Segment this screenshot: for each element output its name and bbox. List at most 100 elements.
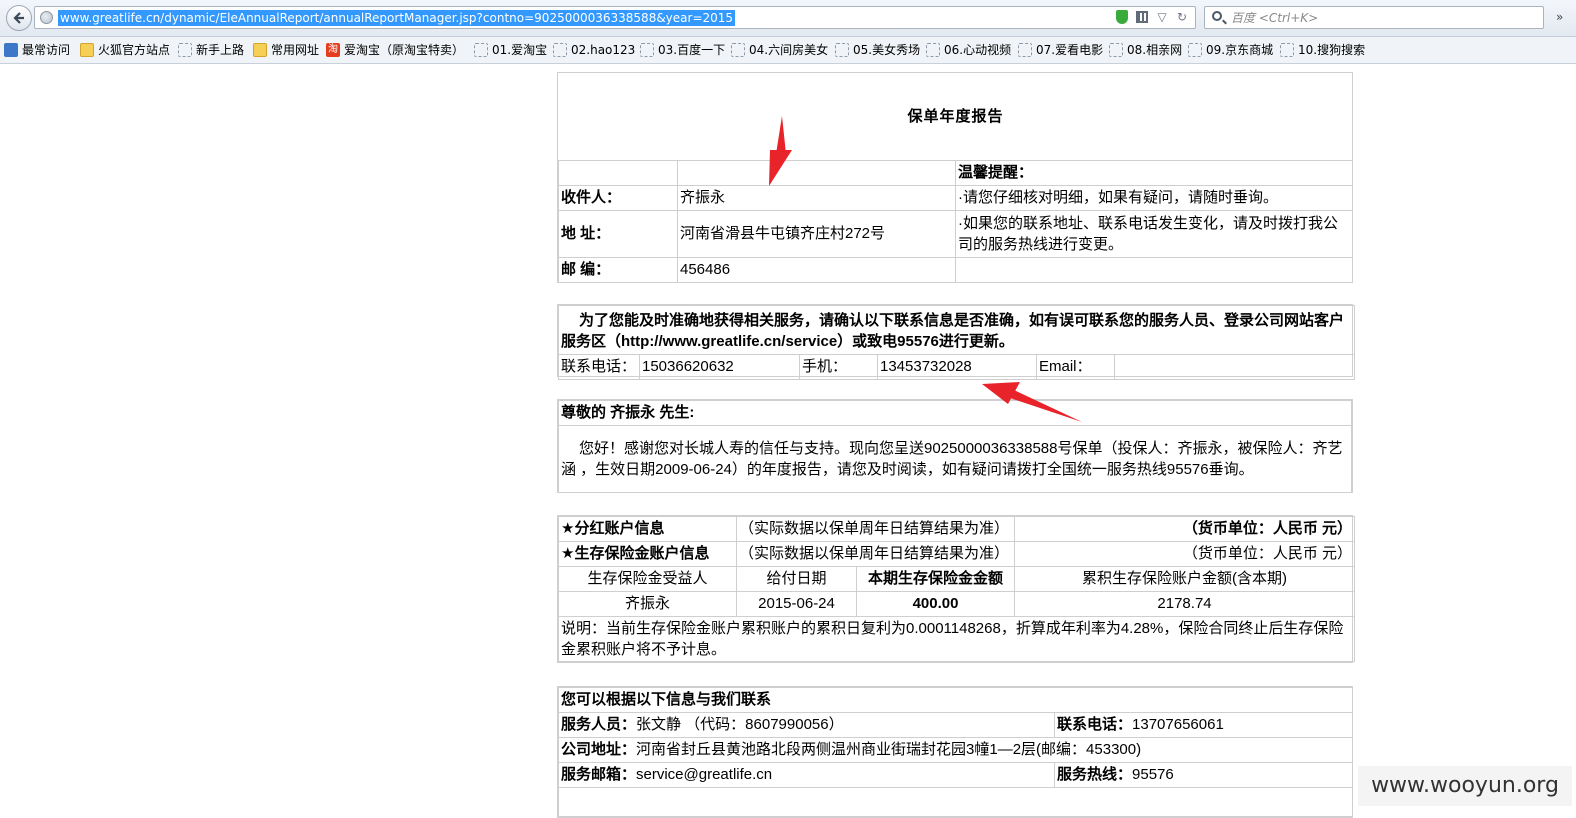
bookmarks-toolbar: 最常访问 火狐官方站点 新手上路 常用网址 淘爱淘宝（原淘宝特卖） 01.爱淘宝… — [0, 37, 1576, 64]
address-value: 河南省滑县牛屯镇齐庄村272号 — [677, 210, 956, 258]
phone-label: 联系电话： — [558, 354, 640, 380]
header-beneficiary: 生存保险金受益人 — [557, 566, 738, 592]
salutation: 尊敬的 齐振永 先生: — [558, 400, 1352, 426]
back-arrow-icon — [13, 12, 24, 24]
shield-icon[interactable] — [1115, 9, 1129, 25]
zip-label: 邮 编： — [558, 257, 678, 283]
bookmark-item[interactable]: 03.百度一下 — [640, 41, 725, 59]
back-button[interactable] — [6, 5, 32, 31]
recipient-value: 齐振永 — [677, 185, 956, 211]
mobile-value: 13453732028 — [877, 354, 1037, 380]
search-box[interactable]: 百度 <Ctrl+K> — [1204, 6, 1544, 29]
cell-current-amount: 400.00 — [856, 591, 1016, 617]
hotline-value: 95576 — [1132, 766, 1174, 783]
bookmark-item[interactable]: 05.美女秀场 — [835, 41, 920, 59]
greeting-section: 尊敬的 齐振永 先生: 您好！感谢您对长城人寿的信任与支持。现向您呈送90250… — [557, 399, 1353, 493]
bookmark-item[interactable]: 04.六间房美女 — [731, 41, 828, 59]
reload-icon[interactable]: ↻ — [1175, 9, 1189, 25]
bookmark-item[interactable]: 常用网址 — [253, 41, 319, 59]
greeting-body: 您好！感谢您对长城人寿的信任与支持。现向您呈送9025000036338588号… — [558, 425, 1352, 492]
survival-title: ★生存保险金账户信息 — [557, 541, 738, 567]
bookmark-item[interactable]: 火狐官方站点 — [80, 41, 170, 59]
agent-row: 服务人员：张文静 （代码：8607990056） — [558, 712, 1055, 738]
most-visited-icon — [4, 43, 18, 57]
bookmark-item[interactable]: 最常访问 — [4, 41, 70, 59]
header-pay-date: 给付日期 — [736, 566, 858, 592]
folder-icon — [253, 43, 267, 57]
hotline-row: 服务热线：95576 — [1053, 762, 1354, 788]
zip-value: 456486 — [677, 257, 956, 283]
url-text[interactable]: www.greatlife.cn/dynamic/EleAnnualReport… — [58, 10, 736, 26]
bookmark-item[interactable]: 08.相亲网 — [1109, 41, 1182, 59]
agent-phone-label: 联系电话： — [1057, 716, 1133, 733]
dividend-currency: （货币单位：人民币 元） — [1014, 516, 1356, 542]
hotline-label: 服务热线： — [1057, 766, 1133, 783]
cell-beneficiary: 齐振永 — [557, 591, 738, 617]
bookmark-item[interactable]: 02.hao123 — [553, 41, 635, 59]
address-bar[interactable]: www.greatlife.cn/dynamic/EleAnnualReport… — [34, 6, 1196, 29]
company-address-row: 公司地址：河南省封丘县黄池路北段两侧温州商业街瑞封花园3幢1—2层(邮编：453… — [557, 737, 1354, 763]
agent-value: 张文静 （代码：8607990056） — [636, 716, 844, 733]
bookmark-item[interactable]: 09.京东商城 — [1188, 41, 1273, 59]
reminder-2: ·如果您的联系地址、联系电话发生变化，请及时拨打我公司的服务热线进行变更。 — [954, 210, 1354, 258]
service-email-label: 服务邮箱： — [561, 766, 637, 783]
contact-notice: 为了您能及时准确地获得相关服务，请确认以下联系信息是否准确，如有误可联系您的服务… — [557, 305, 1356, 355]
bookmark-item[interactable]: 淘爱淘宝（原淘宝特卖） — [326, 41, 464, 59]
dropdown-icon[interactable]: ▽ — [1155, 9, 1169, 25]
bookmark-item[interactable]: 10.搜狗搜索 — [1280, 41, 1365, 59]
bookmark-item[interactable]: 01.爱淘宝 — [474, 41, 547, 59]
qr-code-icon[interactable] — [1135, 9, 1149, 25]
service-email-row: 服务邮箱：service@greatlife.cn — [558, 762, 1055, 788]
page-icon — [1280, 43, 1294, 57]
dividend-title: ★分红账户信息 — [557, 516, 738, 542]
recipient-label: 收件人： — [558, 185, 678, 211]
reminder-title: 温馨提醒： — [954, 160, 1354, 186]
report-header-table: 保单年度报告 温馨提醒： 收件人： 齐振永 ·请您仔细核对明细，如果有疑问，请随… — [558, 73, 1354, 283]
page-icon — [640, 43, 654, 57]
search-icon — [1212, 11, 1222, 21]
survival-note: （实际数据以保单周年日结算结果为准） — [736, 541, 1016, 567]
cell-cumulative-amount: 2178.74 — [1014, 591, 1356, 617]
watermark: www.wooyun.org — [1358, 766, 1572, 806]
company-address-label: 公司地址： — [561, 741, 637, 758]
survival-currency: （货币单位：人民币 元） — [1014, 541, 1356, 567]
site-identity-icon[interactable] — [40, 11, 53, 24]
page-icon — [926, 43, 940, 57]
agent-label: 服务人员： — [561, 716, 637, 733]
overflow-icon[interactable]: » — [1556, 10, 1570, 24]
report-header: 保单年度报告 温馨提醒： 收件人： 齐振永 ·请您仔细核对明细，如果有疑问，请随… — [557, 72, 1354, 283]
folder-icon — [80, 43, 94, 57]
service-section: 您可以根据以下信息与我们联系 服务人员：张文静 （代码：8607990056） … — [557, 686, 1354, 818]
page-icon — [1188, 43, 1202, 57]
header-current-amount: 本期生存保险金金额 — [856, 566, 1016, 592]
dividend-note: （实际数据以保单周年日结算结果为准） — [736, 516, 1016, 542]
contact-check-section: 为了您能及时准确地获得相关服务，请确认以下联系信息是否准确，如有误可联系您的服务… — [557, 304, 1356, 380]
bookmark-item[interactable]: 07.爱看电影 — [1018, 41, 1103, 59]
page-icon — [1018, 43, 1032, 57]
browser-toolbar: www.greatlife.cn/dynamic/EleAnnualReport… — [0, 0, 1576, 37]
page-icon — [835, 43, 849, 57]
header-cumulative-amount: 累积生存保险账户金额(含本期) — [1014, 566, 1356, 592]
agent-phone-row: 联系电话：13707656061 — [1053, 712, 1354, 738]
cell-pay-date: 2015-06-24 — [736, 591, 858, 617]
address-label: 地 址： — [558, 210, 678, 258]
reminder-1: ·请您仔细核对明细，如果有疑问，请随时垂询。 — [954, 185, 1354, 211]
page-icon — [1109, 43, 1123, 57]
page-icon — [178, 43, 192, 57]
taobao-icon: 淘 — [326, 43, 340, 57]
page-icon — [731, 43, 745, 57]
service-title: 您可以根据以下信息与我们联系 — [557, 687, 1354, 713]
accounts-section: ★分红账户信息 （实际数据以保单周年日结算结果为准） （货币单位：人民币 元） … — [557, 515, 1356, 663]
email-label: Email： — [1036, 354, 1115, 380]
page-icon — [474, 43, 488, 57]
mobile-label: 手机： — [799, 354, 878, 380]
search-placeholder: 百度 <Ctrl+K> — [1231, 11, 1319, 25]
report-title: 保单年度报告 — [558, 73, 1353, 161]
bookmark-item[interactable]: 新手上路 — [178, 41, 244, 59]
bookmark-item[interactable]: 06.心动视频 — [926, 41, 1011, 59]
account-explanation: 说明：当前生存保险金账户累积账户的累积日复利为0.0001148268，折算成年… — [557, 616, 1356, 662]
service-email-value: service@greatlife.cn — [636, 766, 773, 783]
company-address-value: 河南省封丘县黄池路北段两侧温州商业街瑞封花园3幢1—2层(邮编：453300) — [636, 741, 1142, 758]
email-value — [1113, 354, 1356, 380]
page-icon — [553, 43, 567, 57]
